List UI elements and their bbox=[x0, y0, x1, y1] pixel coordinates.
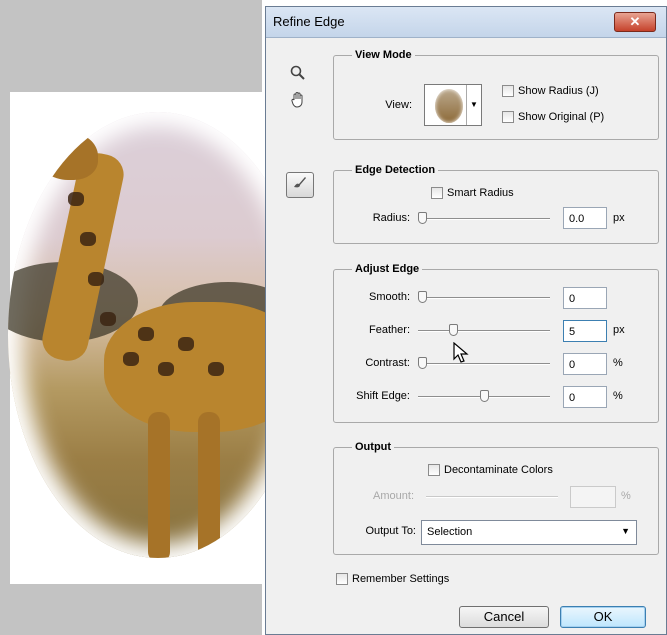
refine-edge-dialog: Refine Edge ✕ View Mode View: ▼ Show Rad… bbox=[265, 6, 667, 635]
document-canvas[interactable] bbox=[0, 0, 308, 635]
chevron-down-icon: ▼ bbox=[466, 85, 481, 125]
dialog-titlebar[interactable]: Refine Edge ✕ bbox=[266, 7, 666, 38]
show-radius-label: Show Radius (J) bbox=[518, 85, 599, 97]
contrast-field[interactable]: 0 bbox=[563, 353, 607, 375]
edge-detection-group: Edge Detection bbox=[333, 164, 659, 244]
decontaminate-colors-checkbox[interactable] bbox=[428, 464, 440, 476]
smooth-slider-thumb[interactable] bbox=[418, 291, 427, 303]
hand-tool-icon[interactable] bbox=[288, 91, 308, 113]
feather-field[interactable]: 5 bbox=[563, 320, 607, 342]
refine-radius-brush-icon[interactable] bbox=[286, 172, 314, 198]
feather-unit: px bbox=[613, 324, 625, 336]
show-radius-checkbox[interactable] bbox=[502, 85, 514, 97]
chevron-down-icon: ▼ bbox=[621, 526, 630, 536]
view-mode-thumbnail bbox=[435, 89, 463, 123]
cancel-button[interactable]: Cancel bbox=[459, 606, 549, 628]
amount-label: Amount: bbox=[373, 490, 414, 502]
contrast-label: Contrast: bbox=[365, 357, 410, 369]
smart-radius-label: Smart Radius bbox=[447, 187, 514, 199]
shift-edge-slider[interactable] bbox=[418, 390, 550, 402]
shift-edge-label: Shift Edge: bbox=[356, 390, 410, 402]
view-label: View: bbox=[385, 99, 412, 111]
remember-settings-label: Remember Settings bbox=[352, 573, 450, 585]
giraffe-preview-image bbox=[8, 112, 308, 558]
contrast-slider-thumb[interactable] bbox=[418, 357, 427, 369]
radius-slider[interactable] bbox=[418, 212, 550, 224]
smart-radius-checkbox[interactable] bbox=[431, 187, 443, 199]
output-to-label: Output To: bbox=[365, 525, 416, 537]
close-button[interactable]: ✕ bbox=[614, 12, 656, 32]
output-to-select[interactable]: Selection ▼ bbox=[421, 520, 637, 545]
feather-label: Feather: bbox=[369, 324, 410, 336]
show-original-checkbox[interactable] bbox=[502, 111, 514, 123]
radius-field[interactable]: 0.0 bbox=[563, 207, 607, 229]
smooth-label: Smooth: bbox=[369, 291, 410, 303]
amount-slider bbox=[426, 490, 558, 502]
radius-slider-thumb[interactable] bbox=[418, 212, 427, 224]
remember-settings-checkbox[interactable] bbox=[336, 573, 348, 585]
amount-field bbox=[570, 486, 616, 508]
view-mode-group: View Mode bbox=[333, 49, 659, 140]
mouse-pointer-icon bbox=[453, 342, 469, 363]
zoom-tool-icon[interactable] bbox=[288, 65, 308, 85]
shift-edge-field[interactable]: 0 bbox=[563, 386, 607, 408]
contrast-slider[interactable] bbox=[418, 357, 550, 369]
edge-detection-legend: Edge Detection bbox=[355, 164, 436, 176]
shift-edge-slider-thumb[interactable] bbox=[480, 390, 489, 402]
amount-unit: % bbox=[621, 490, 631, 502]
smooth-field[interactable]: 0 bbox=[563, 287, 607, 309]
view-mode-legend: View Mode bbox=[355, 49, 412, 61]
contrast-unit: % bbox=[613, 357, 623, 369]
adjust-edge-legend: Adjust Edge bbox=[355, 263, 420, 275]
radius-label: Radius: bbox=[372, 212, 410, 224]
dialog-title: Refine Edge bbox=[273, 14, 345, 29]
ok-button[interactable]: OK bbox=[560, 606, 646, 628]
feather-slider[interactable] bbox=[418, 324, 550, 336]
smooth-slider[interactable] bbox=[418, 291, 550, 303]
view-mode-dropdown[interactable]: ▼ bbox=[424, 84, 482, 126]
shift-edge-unit: % bbox=[613, 390, 623, 402]
decontaminate-colors-label: Decontaminate Colors bbox=[444, 464, 553, 476]
feather-slider-thumb[interactable] bbox=[449, 324, 458, 336]
output-legend: Output bbox=[355, 441, 392, 453]
output-to-value: Selection bbox=[427, 526, 473, 538]
radius-unit: px bbox=[613, 212, 625, 224]
show-original-label: Show Original (P) bbox=[518, 111, 605, 123]
